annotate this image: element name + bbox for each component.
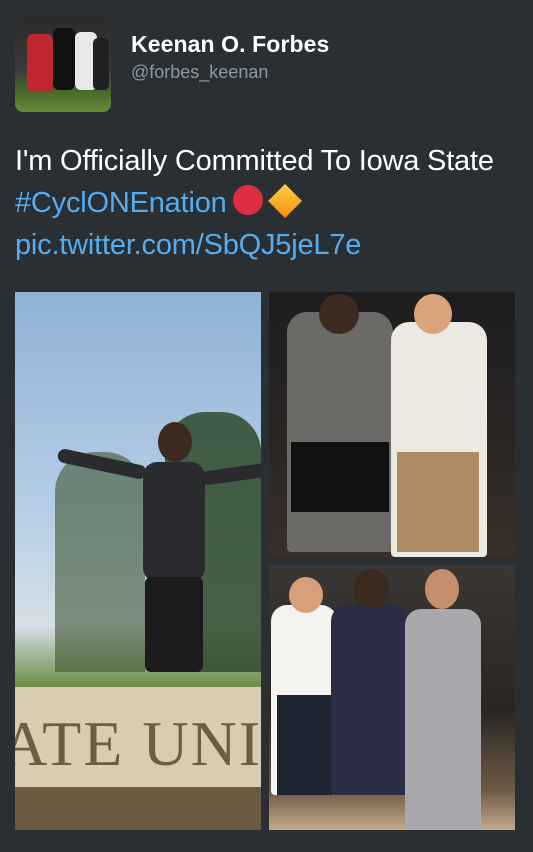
photo-person-head xyxy=(289,577,323,613)
tweet-media-link[interactable]: pic.twitter.com/SbQJ5jeL7e xyxy=(15,229,361,261)
hashtag-link[interactable]: #CyclONEnation xyxy=(15,187,227,219)
photo-trees xyxy=(55,452,145,672)
tweet-photo-3[interactable] xyxy=(269,565,515,830)
tweet-photo-2[interactable] xyxy=(269,292,515,557)
photo-person-pants xyxy=(277,695,333,795)
user-display-name[interactable]: Keenan O. Forbes xyxy=(131,31,329,58)
profile-avatar[interactable] xyxy=(15,16,111,112)
photo-person-head xyxy=(353,569,389,609)
photo-person-head xyxy=(425,569,459,609)
photo-sign-text: ATE UNIV xyxy=(15,708,261,779)
photo-person xyxy=(331,605,409,795)
photo-person-shorts xyxy=(291,442,389,512)
tweet-photo-1[interactable]: ATE UNIV xyxy=(15,292,261,830)
orange-diamond-icon xyxy=(267,184,302,218)
photo-ground xyxy=(15,787,261,830)
user-handle[interactable]: @forbes_keenan xyxy=(131,62,268,83)
photo-person xyxy=(287,312,393,552)
tweet-text: I'm Officially Committed To Iowa State #… xyxy=(15,140,520,266)
avatar-figure xyxy=(27,34,53,92)
red-circle-icon xyxy=(232,185,263,215)
tweet-body: I'm Officially Committed To Iowa State xyxy=(15,145,494,177)
photo-person-pants xyxy=(397,452,479,552)
photo-person-head xyxy=(414,294,452,334)
photo-person xyxy=(405,609,481,830)
avatar-figure xyxy=(53,28,75,90)
photo-person xyxy=(143,462,205,582)
photo-person-legs xyxy=(145,577,203,672)
avatar-figure xyxy=(93,38,109,90)
photo-person-head xyxy=(158,422,192,462)
photo-person-head xyxy=(319,294,359,334)
